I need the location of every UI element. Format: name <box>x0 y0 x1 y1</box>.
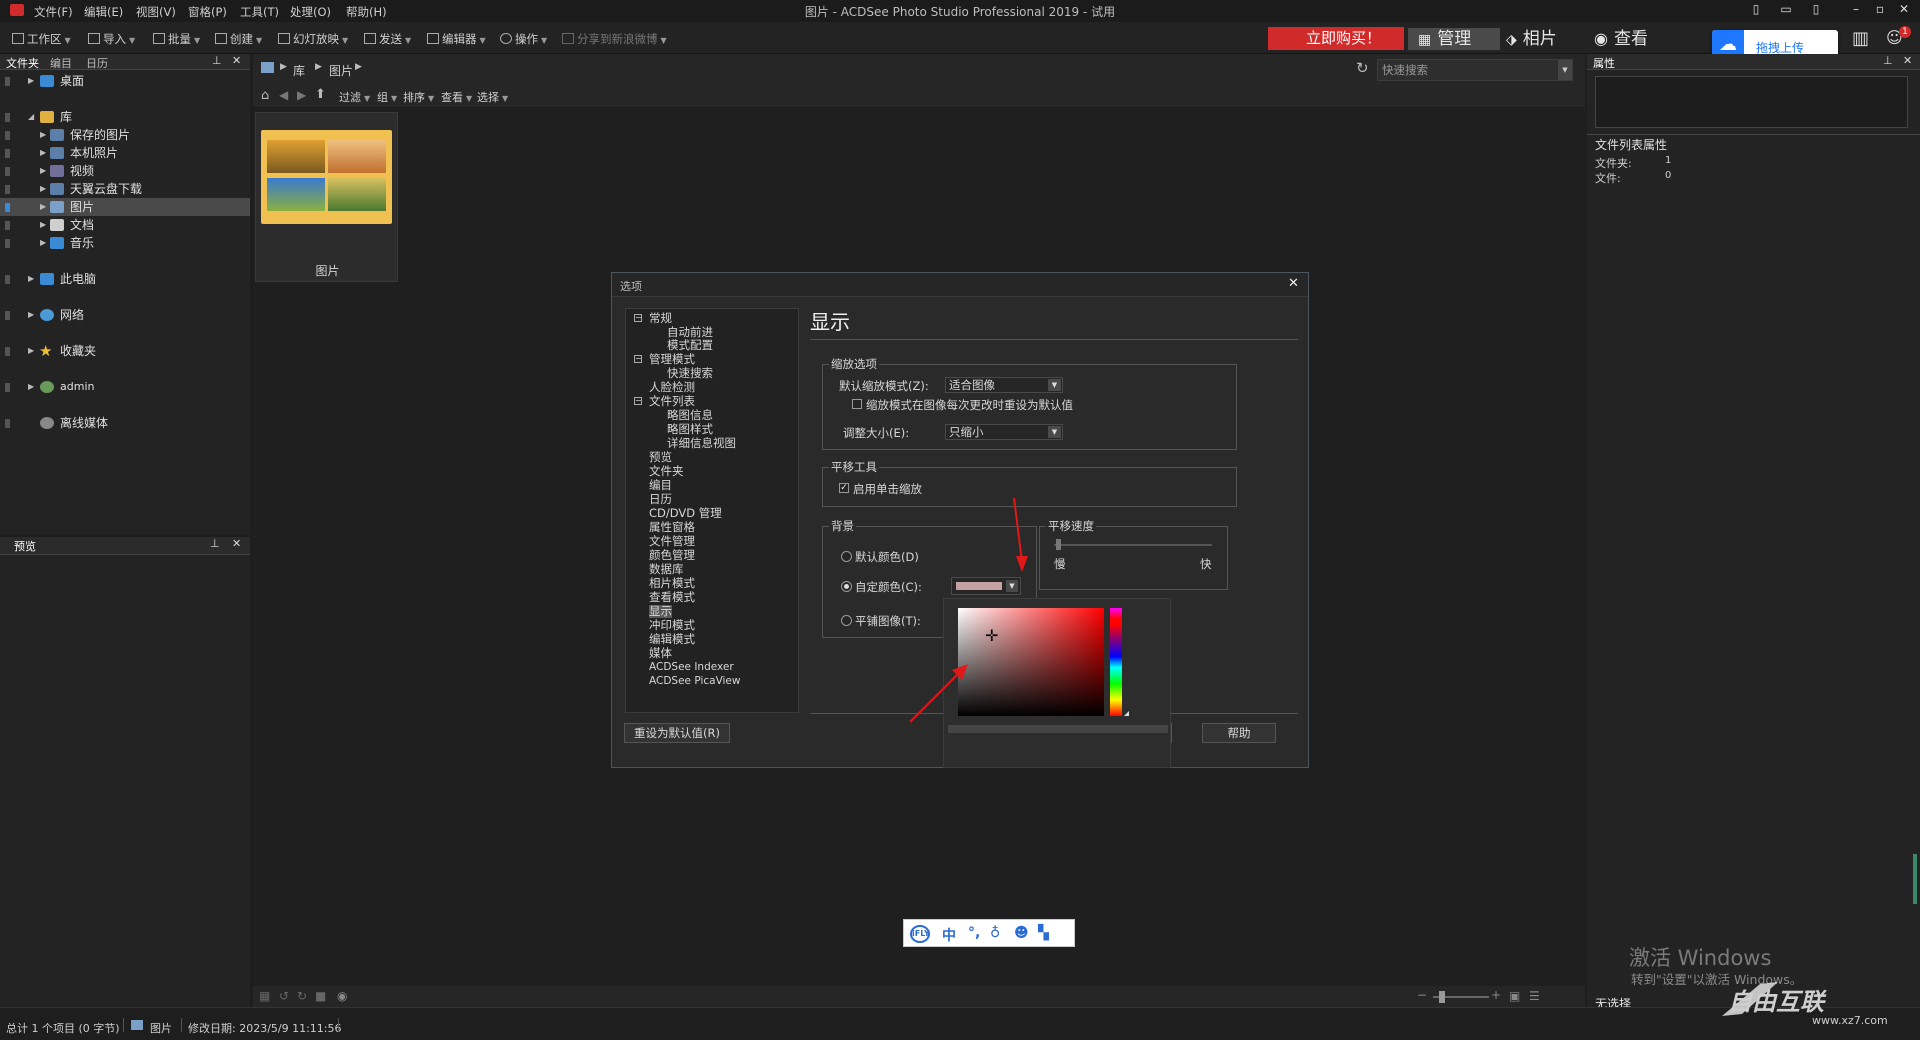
user-icon[interactable]: ☻ <box>1014 925 1029 941</box>
site-logo-name: 自由互联 <box>1728 988 1824 1016</box>
arrowhead-icon <box>1016 556 1028 572</box>
activate-windows-watermark: 激活 Windows <box>1629 946 1772 970</box>
annotation-arrows <box>909 497 1028 723</box>
ime-mode-toggle[interactable]: 中 <box>942 925 956 945</box>
ime-toolbar: iFLY 中 °, ♁ ☻ ▚ <box>903 919 1075 947</box>
site-logo-url: www.xz7.com <box>1812 1014 1888 1027</box>
iflytek-logo-icon[interactable]: iFLY <box>910 925 930 943</box>
arrow-to-color-button <box>1013 497 1023 563</box>
microphone-icon[interactable]: ♁ <box>990 925 1000 941</box>
arrow-to-color-area <box>909 669 963 723</box>
apps-icon[interactable]: ▚ <box>1038 925 1049 941</box>
punctuation-icon[interactable]: °, <box>968 925 980 941</box>
